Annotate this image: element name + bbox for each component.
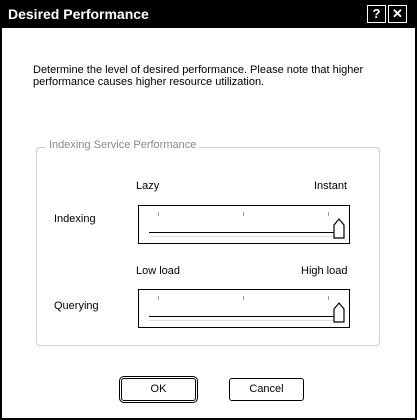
slider-tick — [158, 296, 159, 300]
dialog-window: Desired Performance ? ✕ Determine the le… — [0, 0, 417, 420]
querying-max-label: High load — [301, 265, 348, 277]
description-text: Determine the level of desired performan… — [33, 64, 364, 88]
slider-rail — [149, 232, 339, 237]
close-icon[interactable]: ✕ — [388, 5, 407, 23]
title-bar[interactable]: Desired Performance ? ✕ — [2, 2, 415, 28]
querying-label: Querying — [54, 300, 99, 312]
slider-tick — [243, 212, 244, 216]
querying-min-label: Low load — [136, 265, 181, 277]
querying-slider[interactable] — [138, 289, 350, 328]
indexing-max-label: Instant — [314, 180, 348, 192]
indexing-label: Indexing — [54, 213, 96, 225]
slider-tick — [328, 296, 329, 300]
indexing-slider[interactable] — [138, 205, 350, 244]
slider-tick — [158, 212, 159, 216]
slider-tick — [243, 296, 244, 300]
help-icon[interactable]: ? — [367, 5, 386, 23]
group-legend: Indexing Service Performance — [46, 139, 200, 151]
slider-thumb-icon[interactable] — [333, 217, 345, 239]
ok-button[interactable]: OK — [119, 376, 198, 403]
slider-thumb-icon[interactable] — [333, 301, 345, 323]
slider-rail — [149, 316, 339, 321]
window-title: Desired Performance — [8, 6, 149, 22]
slider-tick — [328, 212, 329, 216]
indexing-min-label: Lazy — [136, 180, 160, 192]
cancel-button[interactable]: Cancel — [229, 378, 304, 401]
